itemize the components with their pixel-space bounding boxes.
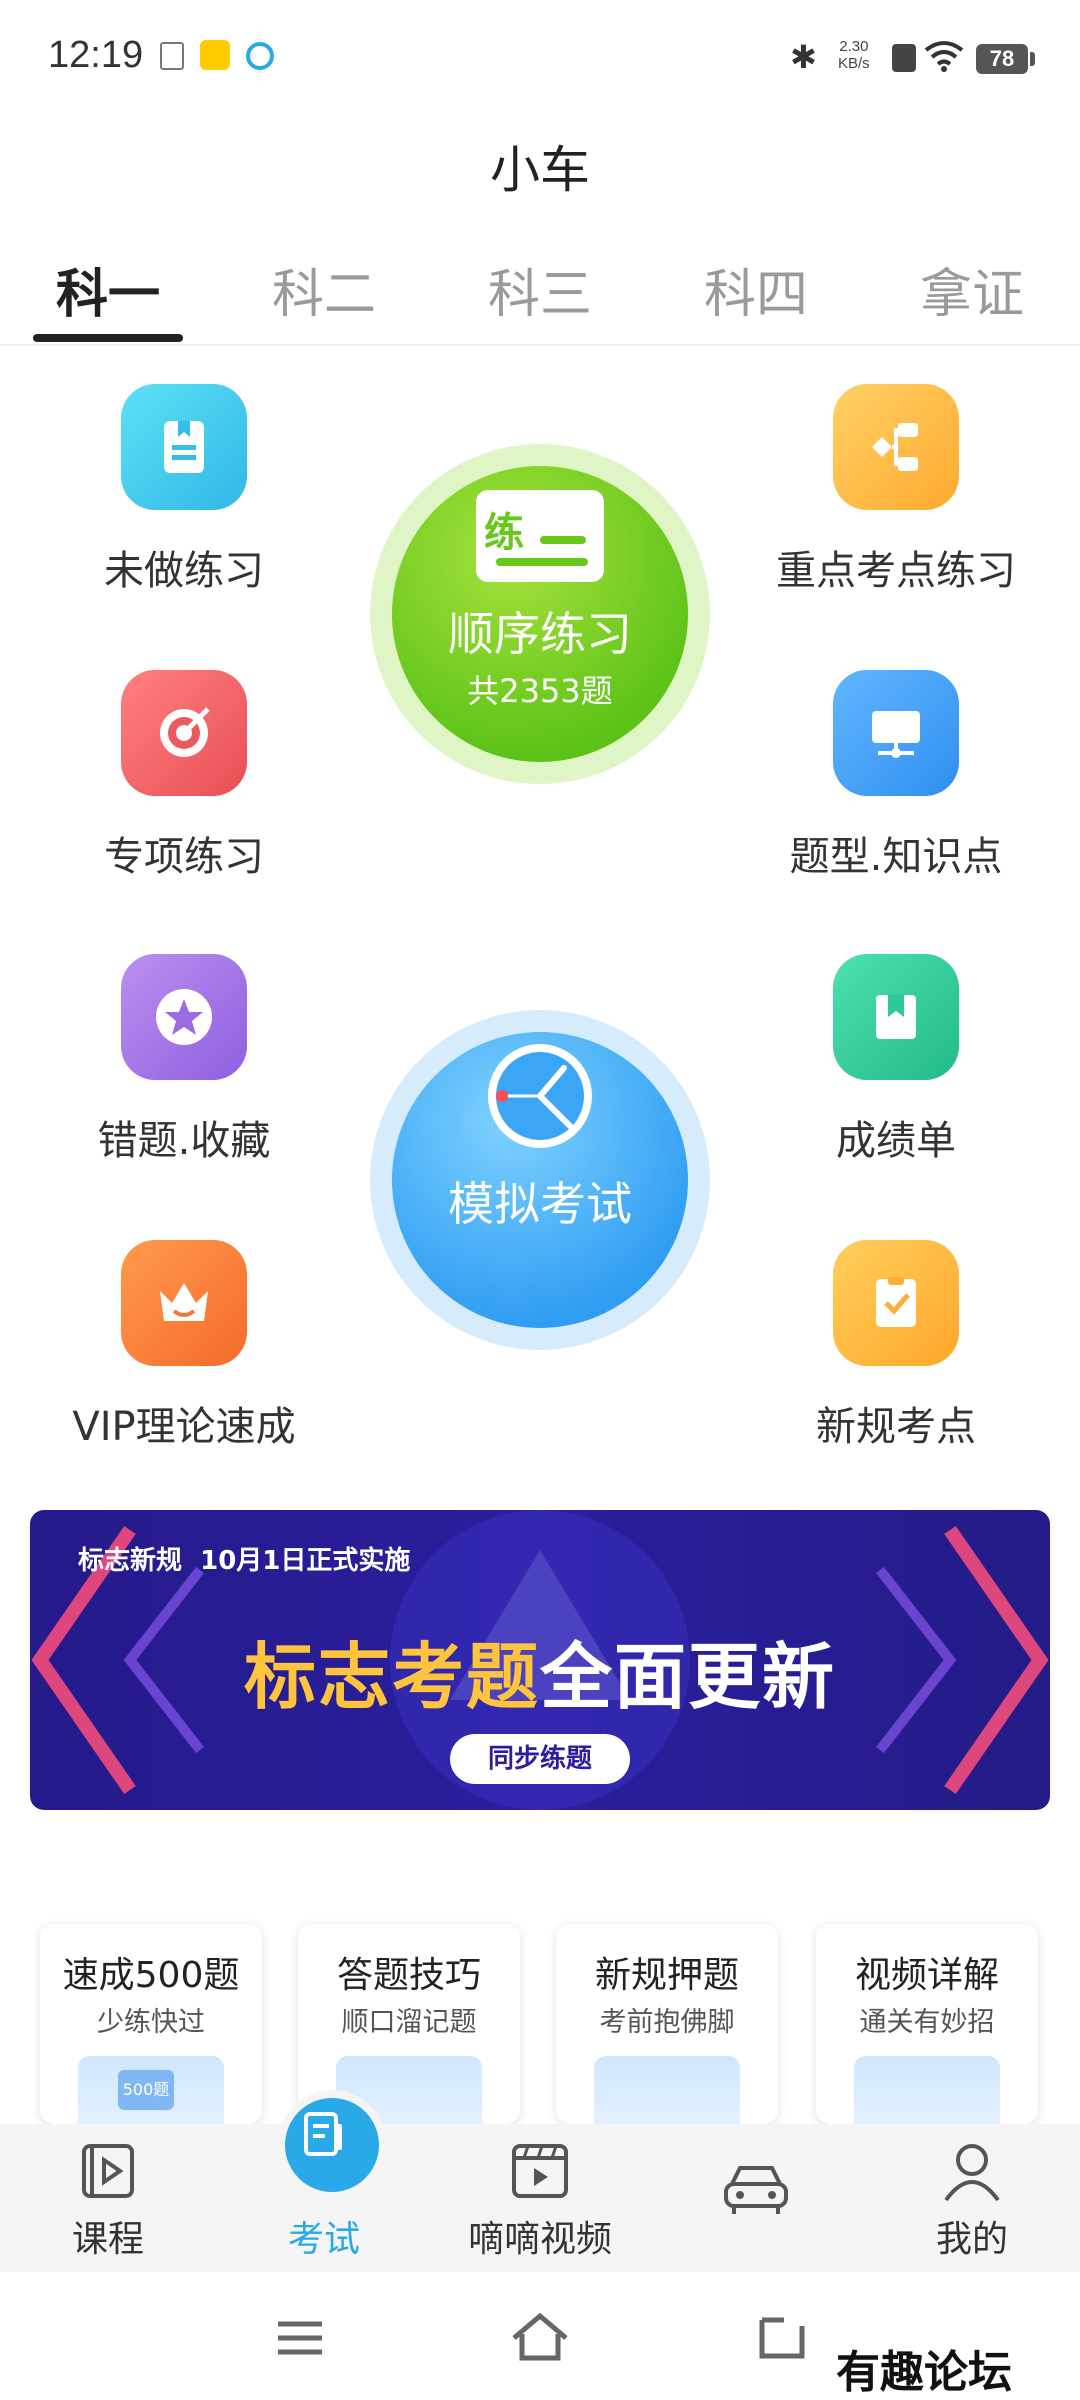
card-title: 新规押题 xyxy=(594,1955,739,1996)
card-illustration xyxy=(854,2056,1000,2124)
app-notification-icon xyxy=(200,40,230,70)
sim-icon xyxy=(892,44,916,72)
tab-subject-4[interactable]: 科四 xyxy=(648,252,864,327)
feature-label: VIP理论速成 xyxy=(72,1404,296,1450)
book-icon xyxy=(121,384,247,510)
battery-icon xyxy=(1030,52,1035,66)
nav-me[interactable]: 我的 xyxy=(864,2124,1080,2272)
course-card[interactable]: 新规押题 考前抱佛脚 xyxy=(556,1924,778,2124)
nav-label: 课程 xyxy=(71,2219,144,2260)
card-subtitle: 顺口溜记题 xyxy=(341,2007,477,2038)
card-illustration xyxy=(594,2056,740,2124)
crown-icon xyxy=(121,1240,247,1366)
course-card[interactable]: 速成500题 少练快过 500题 xyxy=(40,1924,262,2124)
card-subtitle: 少练快过 xyxy=(97,2007,205,2038)
stopwatch-icon xyxy=(488,1044,592,1148)
divider xyxy=(0,344,1080,346)
promo-banner[interactable]: 标志新规 10月1日正式实施 标志考题全面更新 同步练题 xyxy=(30,1510,1050,1810)
card-title: 速成500题 xyxy=(62,1955,240,1996)
nav-videos[interactable]: 嘀嘀视频 xyxy=(432,2124,648,2272)
menu-icon[interactable] xyxy=(276,2318,324,2358)
feature-label: 重点考点练习 xyxy=(776,548,1016,594)
question-types-button[interactable]: 题型.知识点 xyxy=(746,670,1046,900)
document-icon xyxy=(160,42,184,70)
vip-course-button[interactable]: VIP理论速成 xyxy=(34,1240,334,1470)
question-count: 共2353题 xyxy=(467,672,613,710)
feature-label: 成绩单 xyxy=(836,1118,956,1164)
feature-label: 题型.知识点 xyxy=(789,834,1003,880)
nav-courses[interactable]: 课程 xyxy=(0,2124,216,2272)
score-report-button[interactable]: 成绩单 xyxy=(746,954,1046,1184)
new-rules-button[interactable]: 新规考点 xyxy=(746,1240,1046,1470)
key-points-practice-button[interactable]: 重点考点练习 xyxy=(746,384,1046,614)
home-icon[interactable] xyxy=(510,2312,570,2362)
mistakes-favorites-button[interactable]: 错题.收藏 xyxy=(34,954,334,1184)
exam-icon xyxy=(304,2112,342,2156)
course-card[interactable]: 视频详解 通关有妙招 xyxy=(816,1924,1038,2124)
tab-get-license[interactable]: 拿证 xyxy=(864,252,1080,327)
person-icon xyxy=(944,2144,1000,2202)
mock-exam-label: 模拟考试 xyxy=(448,1177,632,1231)
special-practice-button[interactable]: 专项练习 xyxy=(34,670,334,900)
nav-car[interactable] xyxy=(648,2124,864,2272)
bookmark-icon xyxy=(833,954,959,1080)
nav-label: 考试 xyxy=(287,2219,360,2260)
banner-headline: 标志考题全面更新 xyxy=(243,1635,837,1719)
wifi-icon xyxy=(924,41,964,72)
network-speed: 2.30 KB/s xyxy=(838,38,870,72)
target-icon xyxy=(121,670,247,796)
feature-label: 未做练习 xyxy=(104,548,264,594)
bluetooth-icon: ✱ xyxy=(790,38,817,76)
battery-level: 78 xyxy=(976,44,1028,74)
banner-caption: 标志新规 10月1日正式实施 xyxy=(78,1546,411,1576)
status-time: 12:19 xyxy=(48,34,144,76)
card-title: 答题技巧 xyxy=(336,1955,481,1996)
tab-subject-1[interactable]: 科一 xyxy=(0,252,216,327)
feature-label: 错题.收藏 xyxy=(97,1118,271,1164)
system-nav-bar: 有趣论坛 xyxy=(0,2272,1080,2400)
browser-icon xyxy=(246,42,274,70)
feature-label: 新规考点 xyxy=(816,1404,976,1450)
badge-line xyxy=(496,558,588,566)
video-icon xyxy=(512,2144,568,2198)
practice-badge-text: 练 xyxy=(484,510,524,556)
feature-label: 专项练习 xyxy=(104,834,264,880)
tab-subject-2[interactable]: 科二 xyxy=(216,252,432,327)
sequence-practice-label: 顺序练习 xyxy=(448,607,632,661)
monitor-icon xyxy=(833,670,959,796)
back-icon[interactable] xyxy=(754,2316,806,2360)
card-subtitle: 考前抱佛脚 xyxy=(599,2007,735,2038)
watermark-text: 有趣论坛 xyxy=(836,2347,1012,2398)
nav-label: 嘀嘀视频 xyxy=(467,2219,612,2260)
card-title: 视频详解 xyxy=(854,1955,999,1996)
card-subtitle: 通关有妙招 xyxy=(859,2007,995,2038)
nav-exam[interactable]: 考试 xyxy=(216,2112,432,2272)
tab-subject-3[interactable]: 科三 xyxy=(432,252,648,327)
card-illustration: 500题 xyxy=(78,2056,224,2124)
nav-label: 我的 xyxy=(935,2219,1008,2260)
play-book-icon xyxy=(82,2144,134,2198)
car-icon xyxy=(724,2166,788,2214)
sync-practice-button[interactable]: 同步练题 xyxy=(450,1734,630,1784)
status-bar: 12:19 ✱ 2.30 KB/s 78 xyxy=(0,0,1080,110)
checklist-icon xyxy=(833,1240,959,1366)
tab-indicator xyxy=(33,334,183,342)
unpracticed-button[interactable]: 未做练习 xyxy=(34,384,334,614)
page-title: 小车 xyxy=(490,141,590,199)
badge-line xyxy=(540,536,586,544)
branch-icon xyxy=(833,384,959,510)
star-icon xyxy=(121,954,247,1080)
